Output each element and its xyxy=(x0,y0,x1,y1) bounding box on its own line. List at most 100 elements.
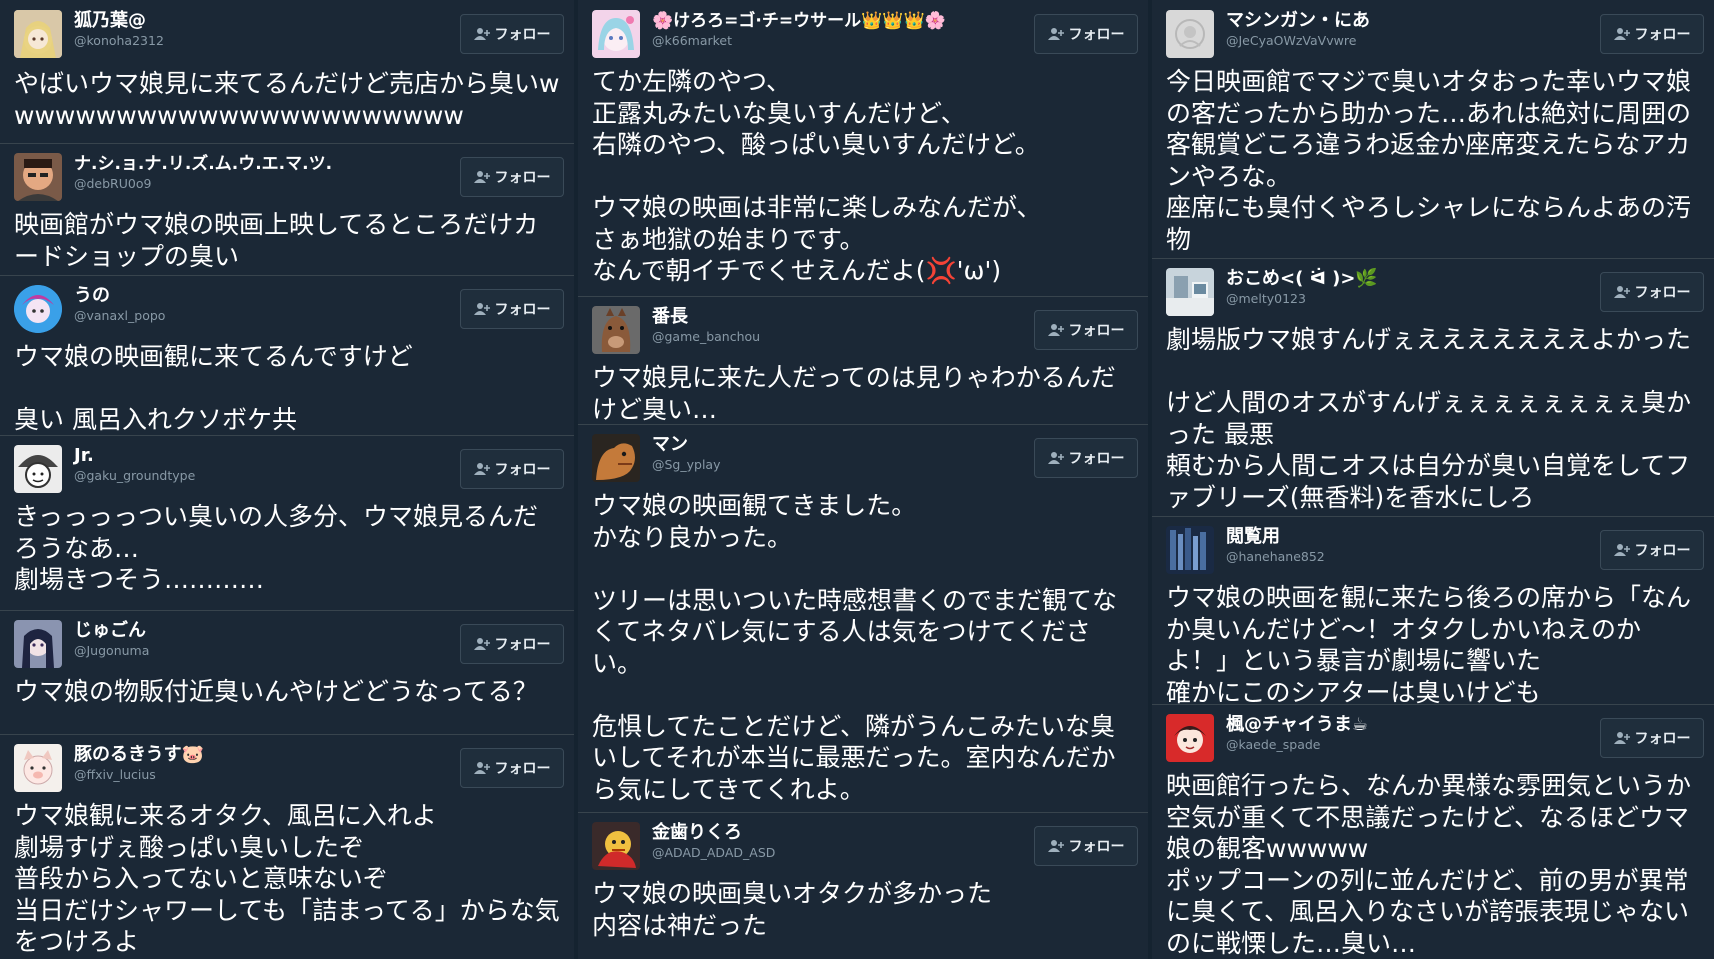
user-handle[interactable]: @vanaxl_popo xyxy=(74,308,165,324)
user-name[interactable]: Jr. xyxy=(74,445,94,467)
follow-button[interactable]: フォロー xyxy=(460,14,564,54)
add-user-icon xyxy=(473,762,490,774)
tweet-text: てか左隣のやつ、 正露丸みたいな臭いすんだけど、 右隣のやつ、酸っぱい臭いすんだ… xyxy=(592,67,1042,285)
follow-button[interactable]: フォロー xyxy=(1034,826,1138,866)
user-name[interactable]: 金歯りくろ xyxy=(652,822,742,844)
add-user-icon xyxy=(473,303,490,315)
user-name[interactable]: 狐乃葉@ xyxy=(74,10,146,32)
user-name[interactable]: じゅごん xyxy=(74,620,146,642)
follow-button[interactable]: フォロー xyxy=(1600,272,1704,312)
follow-label: フォロー xyxy=(1068,323,1125,339)
tweet-text: ウマ娘見に来た人だってのは見りゃわかるんだけど臭い… xyxy=(592,363,1116,424)
add-user-icon xyxy=(1047,840,1064,852)
user-handle[interactable]: @debRU0o9 xyxy=(74,176,151,192)
tweet-card: じゅごん @Jugonuma フォロー ウマ娘の物販付近臭いんやけどどうなってる… xyxy=(0,610,574,735)
user-name[interactable]: ナ.シ.ョ.ナ.リ.ズ.ム.ウ.エ.マ.ツ. xyxy=(74,153,332,175)
user-handle[interactable]: @hanehane852 xyxy=(1226,549,1325,565)
follow-button[interactable]: フォロー xyxy=(460,289,564,329)
add-user-icon xyxy=(473,638,490,650)
add-user-icon xyxy=(473,171,490,183)
tweet-card: 豚のるきうす🐷 @ffxiv_lucius フォロー ウマ娘観に来るオタク、風呂… xyxy=(0,734,574,959)
avatar[interactable] xyxy=(592,10,640,58)
avatar[interactable] xyxy=(14,10,62,58)
follow-button[interactable]: フォロー xyxy=(1034,14,1138,54)
follow-button[interactable]: フォロー xyxy=(1600,530,1704,570)
tweet-card: うの @vanaxl_popo フォロー ウマ娘の映画観に来てるんですけど 臭い… xyxy=(0,275,574,436)
tweet-text: 映画館がウマ娘の映画上映してるところだけカードショップの臭い xyxy=(14,210,539,271)
user-name[interactable]: うの xyxy=(74,285,110,307)
avatar[interactable] xyxy=(592,306,640,354)
tweet-text: 劇場版ウマ娘すんげぇえええええええよかった けど人間のオスがすんげぇぇぇぇぇぇぇ… xyxy=(1166,325,1692,512)
user-name[interactable]: マシンガン・にあ xyxy=(1226,10,1370,32)
add-user-icon xyxy=(473,463,490,475)
follow-button[interactable]: フォロー xyxy=(460,449,564,489)
avatar[interactable] xyxy=(14,285,62,333)
user-name[interactable]: 楓@チャイうま☕ xyxy=(1226,714,1368,736)
avatar[interactable] xyxy=(592,822,640,870)
follow-label: フォロー xyxy=(1634,543,1691,559)
user-name[interactable]: おこめ<( ᐛ )>🌿 xyxy=(1226,268,1378,290)
user-name[interactable]: マン xyxy=(652,434,688,456)
tweet-text: ウマ娘の映画観てきました。 かなり良かった。 ツリーは思いついた時感想書くのでま… xyxy=(592,491,1118,804)
user-name[interactable]: 番長 xyxy=(652,306,688,328)
tweet-card: Jr. @gaku_groundtype フォロー きっっっっつい臭いの人多分、… xyxy=(0,435,574,611)
avatar[interactable] xyxy=(592,434,640,482)
tweet-text: やばいウマ娘見に来てるんだけど売店から臭いwwwwwwwwwwwwwwwwwww… xyxy=(14,69,560,130)
add-user-icon xyxy=(1047,324,1064,336)
tweet-text: ウマ娘の映画を観に来たら後ろの席から「なんか臭いんだけど〜！オタクしかいねえのか… xyxy=(1166,583,1692,705)
user-handle[interactable]: @game_banchou xyxy=(652,329,760,345)
follow-label: フォロー xyxy=(1068,451,1125,467)
avatar[interactable] xyxy=(1166,10,1214,58)
follow-label: フォロー xyxy=(1068,27,1125,43)
user-handle[interactable]: @konoha2312 xyxy=(74,33,164,49)
add-user-icon xyxy=(1047,452,1064,464)
follow-button[interactable]: フォロー xyxy=(460,748,564,788)
user-name[interactable]: 豚のるきうす🐷 xyxy=(74,744,204,766)
user-handle[interactable]: @ADAD_ADAD_ASD xyxy=(652,845,775,861)
tweet-card: 🌸けろろ=ゴ·チ=ウサール👑👑👑🌸 @k66market フォロー てか左隣のや… xyxy=(578,0,1148,297)
user-handle[interactable]: @melty0123 xyxy=(1226,291,1306,307)
user-name[interactable]: 🌸けろろ=ゴ·チ=ウサール👑👑👑🌸 xyxy=(652,10,946,32)
avatar[interactable] xyxy=(14,153,62,201)
tweet-column-2: 🌸けろろ=ゴ·チ=ウサール👑👑👑🌸 @k66market フォロー てか左隣のや… xyxy=(578,0,1148,959)
user-handle[interactable]: @k66market xyxy=(652,33,732,49)
add-user-icon xyxy=(1613,544,1630,556)
user-handle[interactable]: @gaku_groundtype xyxy=(74,468,195,484)
avatar[interactable] xyxy=(14,445,62,493)
user-name[interactable]: 閲覧用 xyxy=(1226,526,1280,548)
follow-button[interactable]: フォロー xyxy=(1034,310,1138,350)
avatar[interactable] xyxy=(1166,526,1214,574)
user-handle[interactable]: @ffxiv_lucius xyxy=(74,767,156,783)
add-user-icon xyxy=(1613,286,1630,298)
user-handle[interactable]: @kaede_spade xyxy=(1226,737,1320,753)
follow-label: フォロー xyxy=(1634,285,1691,301)
follow-button[interactable]: フォロー xyxy=(1600,718,1704,758)
follow-label: フォロー xyxy=(1068,839,1125,855)
avatar[interactable] xyxy=(1166,714,1214,762)
user-handle[interactable]: @Sg_yplay xyxy=(652,457,720,473)
tweet-text: 今日映画館でマジで臭いオタおった幸いウマ娘の客だったから助かった…あれは絶対に周… xyxy=(1166,67,1692,254)
user-handle[interactable]: @JeCyaOWzVaVvwre xyxy=(1226,33,1356,49)
follow-label: フォロー xyxy=(494,302,551,318)
tweet-text: 映画館行ったら、なんか異様な雰囲気というか空気が重くて不思議だったけど、なるほど… xyxy=(1166,771,1692,958)
follow-button[interactable]: フォロー xyxy=(1600,14,1704,54)
avatar[interactable] xyxy=(14,620,62,668)
user-handle[interactable]: @Jugonuma xyxy=(74,643,149,659)
tweet-card: おこめ<( ᐛ )>🌿 @melty0123 フォロー 劇場版ウマ娘すんげぇええ… xyxy=(1152,258,1714,517)
follow-button[interactable]: フォロー xyxy=(1034,438,1138,478)
follow-button[interactable]: フォロー xyxy=(460,157,564,197)
add-user-icon xyxy=(1613,28,1630,40)
tweet-text: ウマ娘観に来るオタク、風呂に入れよ 劇場すげぇ酸っぱい臭いしたぞ 普段から入って… xyxy=(14,801,560,956)
follow-label: フォロー xyxy=(494,637,551,653)
tweet-card: 金歯りくろ @ADAD_ADAD_ASD フォロー ウマ娘の映画臭いオタクが多か… xyxy=(578,812,1148,959)
follow-label: フォロー xyxy=(494,170,551,186)
add-user-icon xyxy=(1047,28,1064,40)
tweet-text: ウマ娘の映画臭いオタクが多かった 内容は神だった xyxy=(592,879,993,940)
avatar[interactable] xyxy=(14,744,62,792)
tweet-card: マン @Sg_yplay フォロー ウマ娘の映画観てきました。 かなり良かった。… xyxy=(578,424,1148,813)
follow-label: フォロー xyxy=(494,27,551,43)
tweet-card: 番長 @game_banchou フォロー ウマ娘見に来た人だってのは見りゃわか… xyxy=(578,296,1148,425)
follow-button[interactable]: フォロー xyxy=(460,624,564,664)
tweet-column-3: マシンガン・にあ @JeCyaOWzVaVvwre フォロー 今日映画館でマジで… xyxy=(1152,0,1714,959)
avatar[interactable] xyxy=(1166,268,1214,316)
